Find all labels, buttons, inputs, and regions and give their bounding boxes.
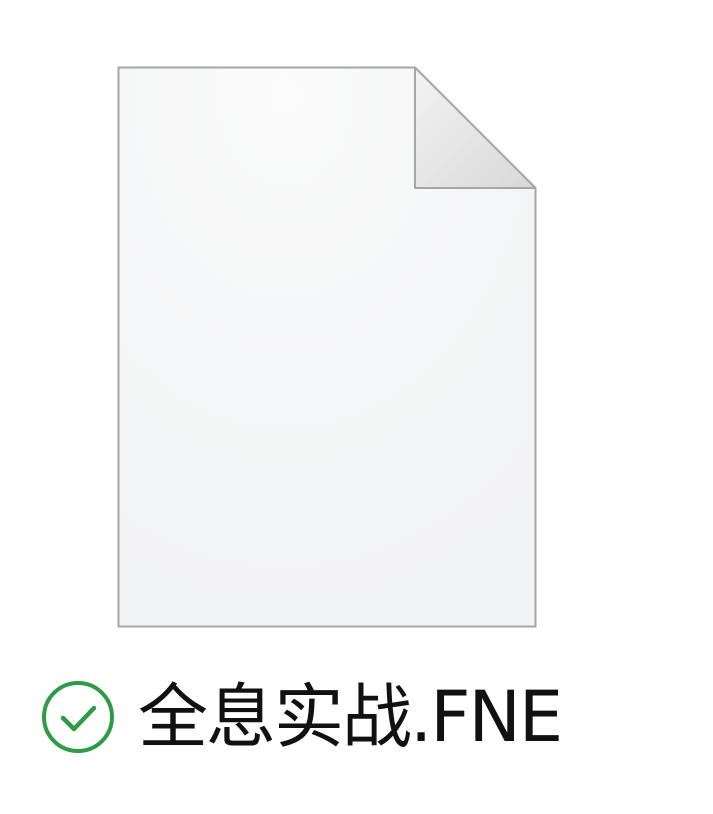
file-label[interactable]: 全息实战.FNE [40,672,563,762]
synced-checkmark-icon [40,679,116,755]
file-item[interactable]: 全息实战.FNE [0,0,713,814]
blank-document-icon[interactable] [117,66,537,628]
file-name: 全息实战.FNE [138,676,563,758]
